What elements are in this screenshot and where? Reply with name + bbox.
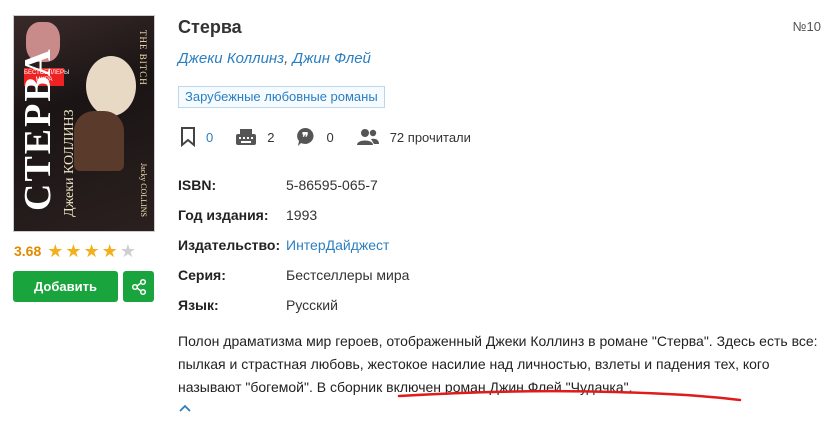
users-icon <box>356 129 379 145</box>
series-label: Серия: <box>178 267 226 283</box>
publisher-label: Издательство: <box>178 237 281 253</box>
rating-value: 3.68 <box>14 243 42 259</box>
author-link[interactable]: Джеки Коллинз <box>178 50 284 67</box>
author-separator: , <box>284 50 289 67</box>
year-label: Год издания: <box>178 207 269 223</box>
cover-title: СТЕРВА <box>17 47 59 211</box>
reviews-count: 2 <box>267 129 275 145</box>
quotes-stat[interactable]: ❞ 0 <box>296 127 334 147</box>
chevron-up-icon <box>179 404 191 412</box>
rating-stars[interactable]: ★ ★ ★ ★ ★ <box>47 242 136 260</box>
reviews-stat[interactable]: 2 <box>235 128 274 146</box>
language-value: Русский <box>286 297 338 313</box>
cover-original-title: THE BITCH <box>138 30 148 86</box>
series-row: Серия: Бестселлеры мира <box>178 260 409 290</box>
series-value: Бестселлеры мира <box>286 267 410 283</box>
readers-count: 72 прочитали <box>389 129 471 145</box>
book-details: ISBN: 5-86595-065-7 Год издания: 1993 Из… <box>178 170 409 320</box>
publisher-link[interactable]: ИнтерДайджест <box>286 237 389 253</box>
year-row: Год издания: 1993 <box>178 200 409 230</box>
year-value: 1993 <box>286 207 318 223</box>
author-link[interactable]: Джин Флей <box>293 50 371 67</box>
star-filled-icon[interactable]: ★ <box>84 242 100 260</box>
star-empty-icon[interactable]: ★ <box>120 242 136 260</box>
star-filled-icon[interactable]: ★ <box>65 242 81 260</box>
publisher-row: Издательство: ИнтерДайджест <box>178 230 409 260</box>
bookmark-stat[interactable]: 0 <box>180 127 213 147</box>
share-icon <box>131 278 146 295</box>
cover-author: Джеки КОЛЛИНЗ <box>62 109 77 217</box>
language-label: Язык: <box>178 297 219 313</box>
isbn-row: ISBN: 5-86595-065-7 <box>178 170 409 200</box>
authors: Джеки Коллинз, Джин Флей <box>178 50 371 67</box>
cover-figure <box>74 111 124 171</box>
bookmark-count: 0 <box>206 129 214 145</box>
quote-icon: ❞ <box>297 127 314 146</box>
star-filled-icon[interactable]: ★ <box>102 242 118 260</box>
readers-stat[interactable]: 72 прочитали <box>356 128 471 146</box>
book-cover[interactable]: БЕСТСЕЛЛЕРЫ МИРА THE BITCH Jacky COLLINS… <box>13 15 155 232</box>
star-filled-icon[interactable]: ★ <box>47 242 63 260</box>
rating[interactable]: 3.68 ★ ★ ★ ★ ★ <box>14 241 136 261</box>
language-row: Язык: Русский <box>178 290 409 320</box>
book-stats: 0 2 ❞ 0 72 прочитали <box>180 125 493 149</box>
share-button[interactable] <box>123 271 154 302</box>
svg-text:❞: ❞ <box>302 130 308 144</box>
book-number: №10 <box>792 19 821 34</box>
cover-original-author: Jacky COLLINS <box>139 163 148 217</box>
bookmark-icon <box>181 127 195 147</box>
add-button[interactable]: Добавить <box>13 271 118 302</box>
isbn-value: 5-86595-065-7 <box>286 177 378 193</box>
isbn-label: ISBN: <box>178 177 217 193</box>
book-title: Стерва <box>178 17 242 37</box>
genre-tag[interactable]: Зарубежные любовные романы <box>178 86 385 108</box>
cover-figure <box>86 56 136 116</box>
red-underline-annotation <box>397 389 742 402</box>
quotes-count: 0 <box>326 129 334 145</box>
collapse-description-button[interactable] <box>178 400 192 418</box>
typewriter-icon <box>236 129 257 145</box>
